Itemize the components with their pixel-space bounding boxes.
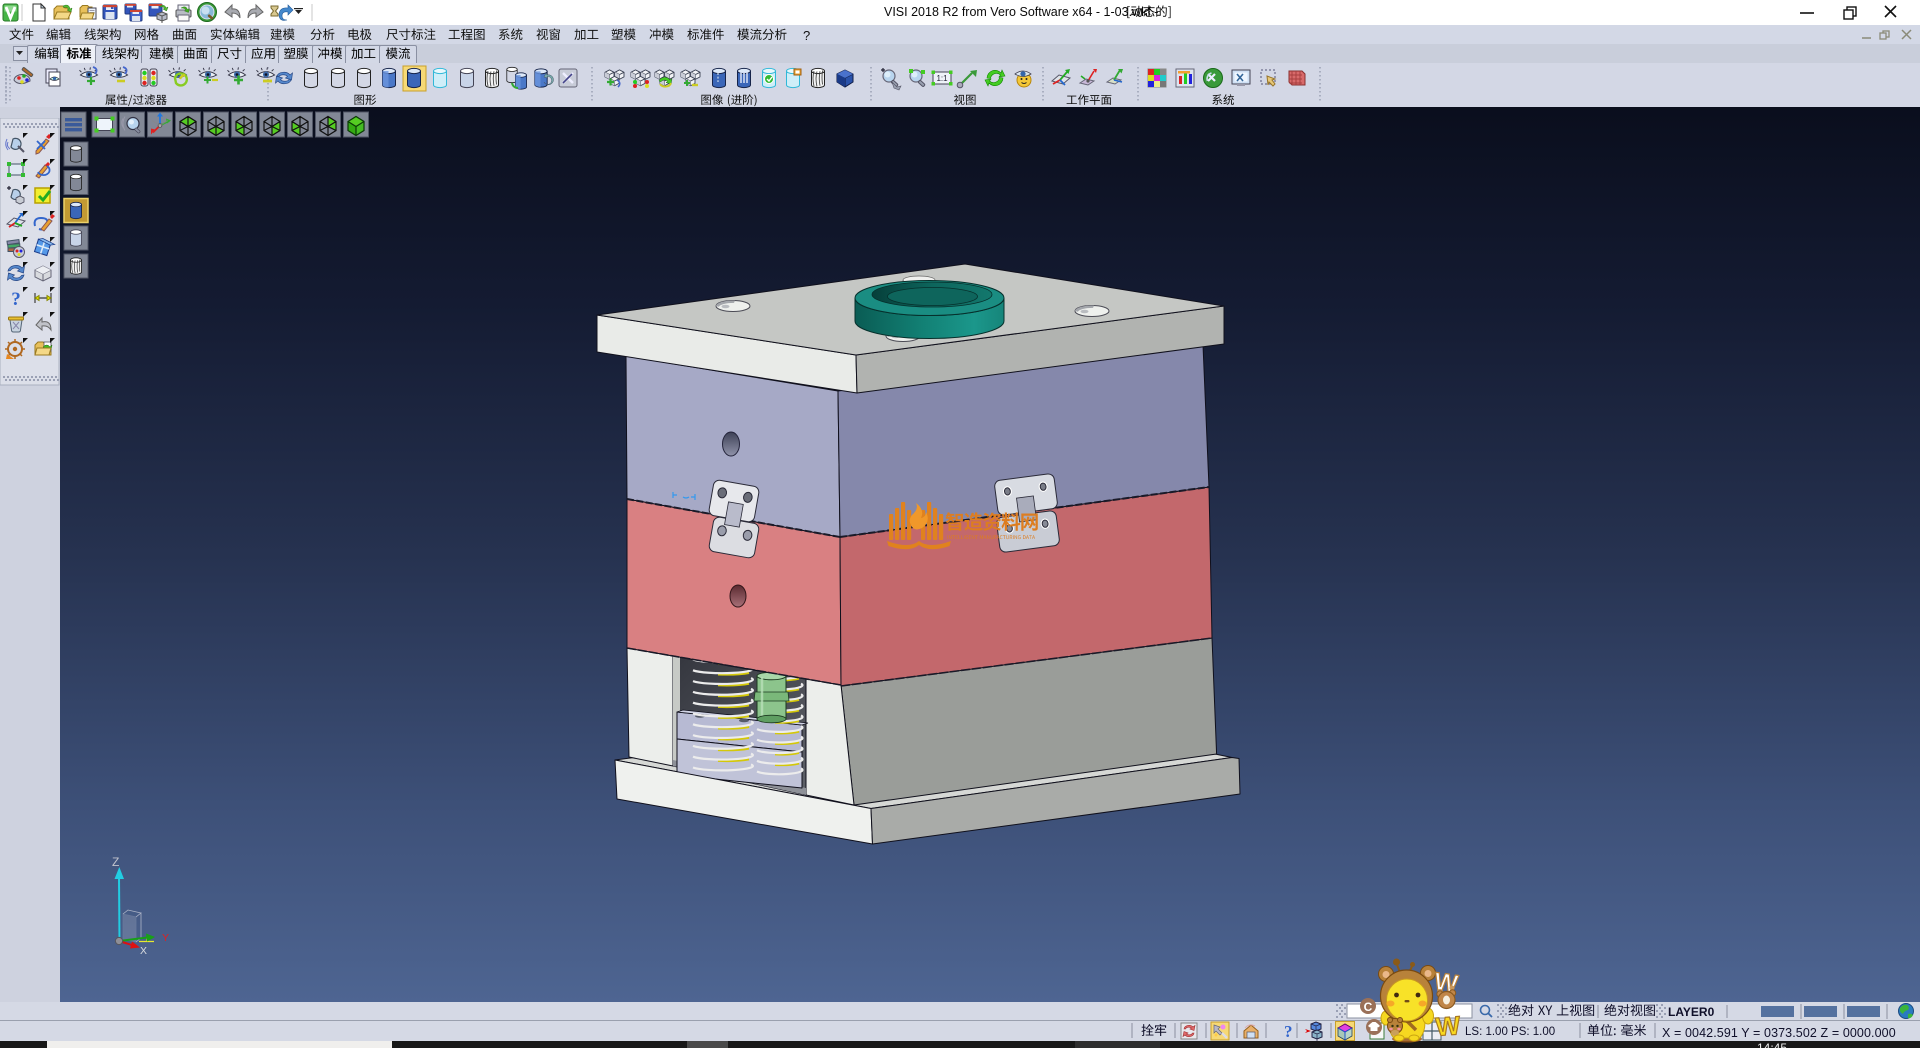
svg-text:1:1: 1:1 — [936, 74, 948, 83]
svg-text:Z: Z — [112, 855, 119, 869]
svg-text:W: W — [1435, 1010, 1462, 1042]
svg-text:X: X — [140, 945, 147, 957]
svg-text:?: ? — [11, 289, 21, 310]
svg-text:C: C — [1364, 1000, 1373, 1014]
svg-text:?: ? — [1284, 1022, 1293, 1041]
svg-text:Y: Y — [162, 932, 169, 944]
